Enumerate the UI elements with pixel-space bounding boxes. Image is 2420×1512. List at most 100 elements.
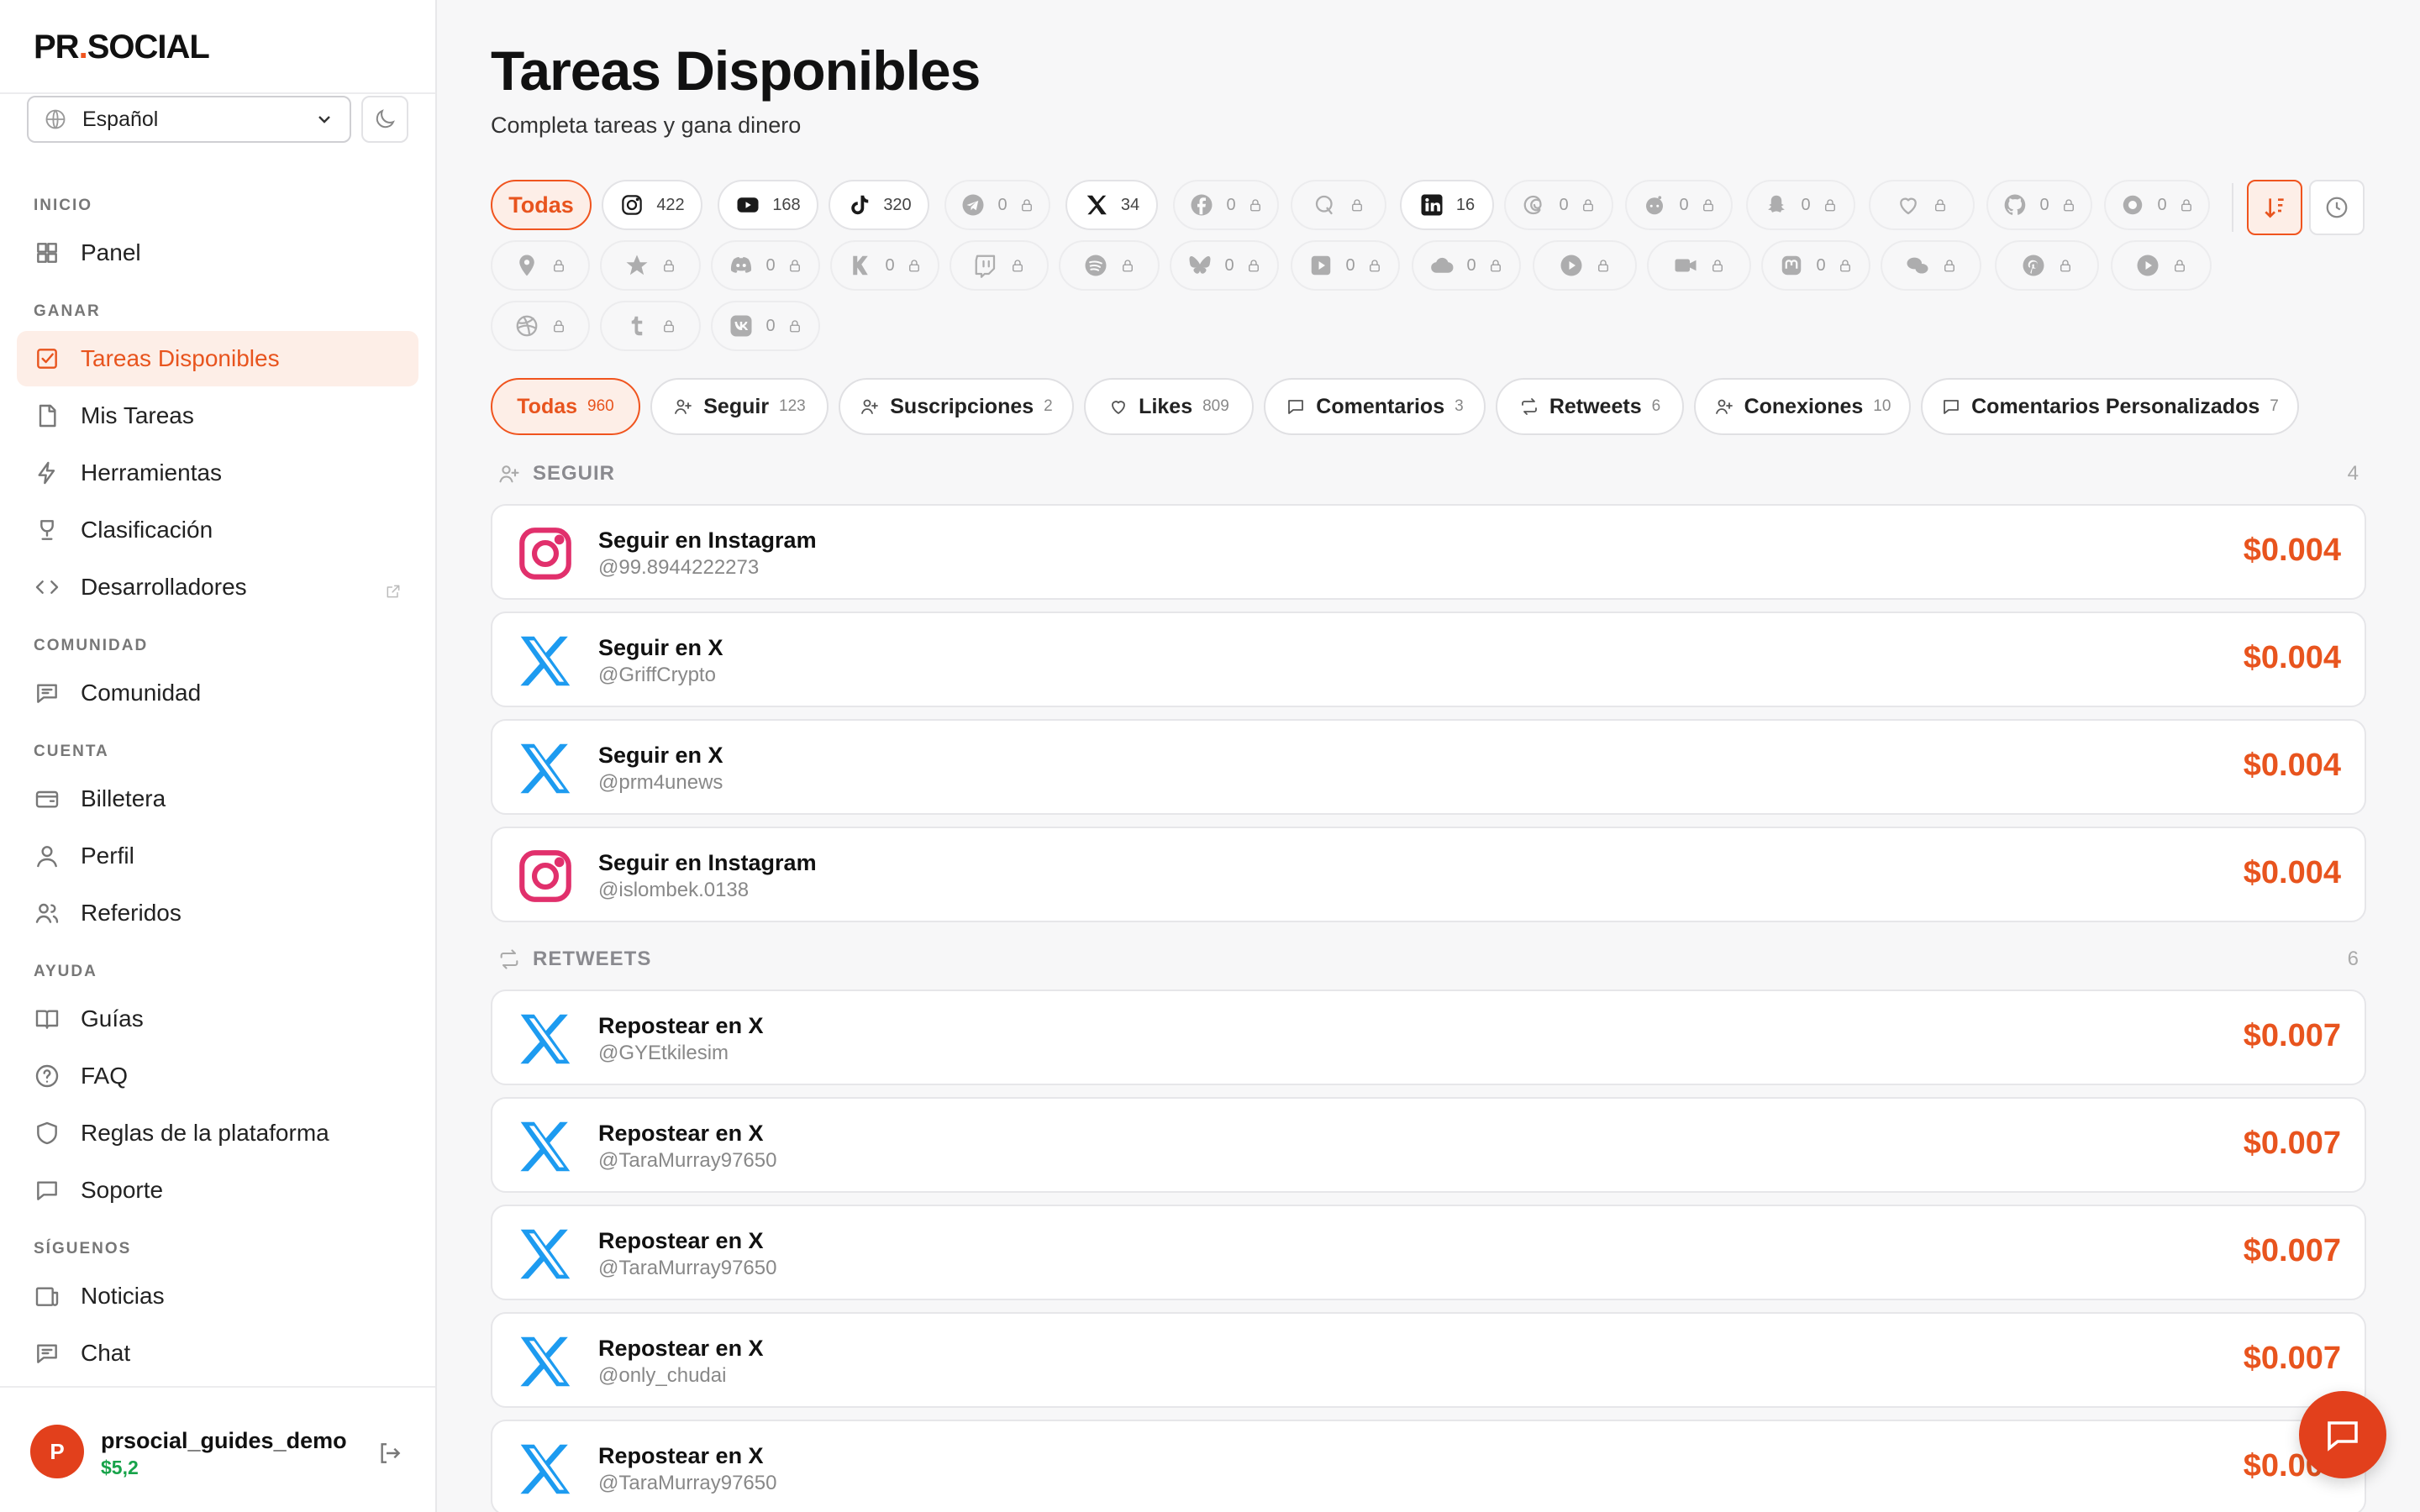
sidebar-item-herramientas[interactable]: Herramientas xyxy=(17,445,418,501)
platform-count: 0 xyxy=(1816,255,1826,275)
platform-chip-map-pin[interactable] xyxy=(491,240,590,291)
brand-logo[interactable]: PR.SOCIAL xyxy=(34,29,210,66)
type-chip-conexiones[interactable]: Conexiones 10 xyxy=(1694,378,1911,435)
sidebar-item-billetera[interactable]: Billetera xyxy=(17,771,418,827)
platform-chip-discord[interactable]: 0 xyxy=(711,240,820,291)
sort-button[interactable] xyxy=(2247,180,2302,235)
sidebar-item-panel[interactable]: Panel xyxy=(17,225,418,281)
x-icon xyxy=(1084,192,1109,218)
task-card[interactable]: Repostear en X @TaraMurray97650 $0.007 xyxy=(491,1205,2366,1300)
chat-widget-button[interactable] xyxy=(2299,1391,2386,1478)
platform-chip-quora[interactable] xyxy=(1291,180,1386,230)
dribbble-icon xyxy=(514,313,539,339)
task-price: $0.004 xyxy=(2243,533,2341,568)
platform-chip-instagram[interactable]: 422 xyxy=(602,180,702,230)
platform-chip-bluesky[interactable]: 0 xyxy=(1170,240,1279,291)
type-chip-retweets[interactable]: Retweets 6 xyxy=(1496,378,1684,435)
platform-chip-mastodon[interactable]: 0 xyxy=(1761,240,1870,291)
type-chip-comentarios-personalizados[interactable]: Comentarios Personalizados 7 xyxy=(1921,378,2299,435)
type-chip-likes[interactable]: Likes 809 xyxy=(1084,378,1254,435)
sidebar-item-label: Noticias xyxy=(81,1283,165,1309)
platform-count: 0 xyxy=(765,255,776,275)
nav-section-label: COMUNIDAD xyxy=(34,637,149,654)
sidebar-item-soporte[interactable]: Soporte xyxy=(17,1163,418,1218)
history-button[interactable] xyxy=(2309,180,2365,235)
platform-chip-heart[interactable] xyxy=(1869,180,1975,230)
sidebar-item-noticias[interactable]: Noticias xyxy=(17,1268,418,1324)
type-chip-seguir[interactable]: Seguir 123 xyxy=(650,378,829,435)
sidebar-item-tareas-disponibles[interactable]: Tareas Disponibles xyxy=(17,331,418,386)
sidebar-item-mis-tareas[interactable]: Mis Tareas xyxy=(17,388,418,444)
theme-toggle-button[interactable] xyxy=(361,96,408,143)
task-card[interactable]: Repostear en X @only_chudai $0.007 xyxy=(491,1312,2366,1408)
sidebar-item-label: Perfil xyxy=(81,843,134,869)
sidebar-item-perfil[interactable]: Perfil xyxy=(17,828,418,884)
language-select[interactable]: Español xyxy=(27,96,351,143)
platform-chip-tumblr[interactable] xyxy=(600,301,701,351)
sidebar-item-clasificacion[interactable]: Clasificación xyxy=(17,502,418,558)
task-card[interactable]: Seguir en Instagram @islombek.0138 $0.004 xyxy=(491,827,2366,922)
document-icon xyxy=(34,402,60,429)
task-card[interactable]: Repostear en X @TaraMurray97650 $0.007 xyxy=(491,1097,2366,1193)
type-chip-label: Comentarios Personalizados xyxy=(1971,394,2260,418)
platform-chip-reddit[interactable]: 0 xyxy=(1625,180,1733,230)
platform-chip-kick[interactable]: 0 xyxy=(830,240,939,291)
sidebar-item-label: Soporte xyxy=(81,1177,164,1203)
platform-chip-snapchat[interactable]: 0 xyxy=(1746,180,1855,230)
task-card[interactable]: Seguir en X @GriffCrypto $0.004 xyxy=(491,612,2366,707)
platform-chip-all[interactable]: Todas xyxy=(491,180,592,230)
task-card[interactable]: Repostear en X @TaraMurray97650 $0.007 xyxy=(491,1420,2366,1512)
platform-chip-youtube[interactable]: 168 xyxy=(718,180,818,230)
sidebar-item-faq[interactable]: FAQ xyxy=(17,1048,418,1104)
type-chip-count: 10 xyxy=(1873,397,1891,415)
x-icon xyxy=(514,1438,576,1500)
nav-section-label: AYUDA xyxy=(34,963,97,980)
sidebar-item-guias[interactable]: Guías xyxy=(17,991,418,1047)
task-card[interactable]: Seguir en X @prm4unews $0.004 xyxy=(491,719,2366,815)
sidebar-item-label: FAQ xyxy=(81,1063,129,1089)
type-chip-count: 7 xyxy=(2270,397,2279,415)
sidebar-item-reglas-de-la-plataforma[interactable]: Reglas de la plataforma xyxy=(17,1105,418,1161)
logout-icon[interactable] xyxy=(376,1440,403,1467)
sidebar-item-label: Billetera xyxy=(81,785,166,811)
instagram-icon xyxy=(514,845,576,907)
platform-chip-play-circle[interactable] xyxy=(2111,240,2212,291)
comment-icon xyxy=(1941,396,1961,417)
sidebar-item-desarrolladores[interactable]: Desarrolladores xyxy=(17,559,418,615)
platform-chip-threads[interactable]: 0 xyxy=(1504,180,1613,230)
type-chip-label: Comentarios xyxy=(1316,394,1445,418)
platform-chip-linkedin[interactable]: 16 xyxy=(1400,180,1494,230)
platform-chip-circle[interactable]: 0 xyxy=(2104,180,2210,230)
type-chip-suscripciones[interactable]: Suscripciones 2 xyxy=(839,378,1074,435)
task-card[interactable]: Seguir en Instagram @99.8944222273 $0.004 xyxy=(491,504,2366,600)
platform-chip-play-square[interactable]: 0 xyxy=(1291,240,1400,291)
task-card[interactable]: Repostear en X @GYEtkilesim $0.007 xyxy=(491,990,2366,1085)
platform-chip-star[interactable] xyxy=(600,240,701,291)
platform-chip-github[interactable]: 0 xyxy=(1986,180,2092,230)
sidebar-item-chat[interactable]: Chat xyxy=(17,1326,418,1381)
platform-chip-facebook[interactable]: 0 xyxy=(1173,180,1279,230)
type-chip-count: 6 xyxy=(1651,397,1661,415)
type-chip-count: 123 xyxy=(779,397,806,415)
platform-chip-cloud[interactable]: 0 xyxy=(1412,240,1521,291)
play-circle-icon xyxy=(1559,253,1584,278)
platform-chip-wechat[interactable] xyxy=(1881,240,1981,291)
lock-icon xyxy=(1933,197,1948,213)
type-chip-todas[interactable]: Todas 960 xyxy=(491,378,640,435)
platform-chip-tiktok[interactable]: 320 xyxy=(829,180,929,230)
platform-chip-twitch[interactable] xyxy=(950,240,1049,291)
nav-section-label: CUENTA xyxy=(34,743,109,760)
platform-chip-telegram[interactable]: 0 xyxy=(944,180,1050,230)
platform-chip-dribbble[interactable] xyxy=(491,301,590,351)
task-price: $0.004 xyxy=(2243,748,2341,783)
platform-chip-video[interactable] xyxy=(1647,240,1751,291)
sidebar-item-referidos[interactable]: Referidos xyxy=(17,885,418,941)
sidebar-item-comunidad[interactable]: Comunidad xyxy=(17,665,418,721)
platform-chip-play-circle[interactable] xyxy=(1533,240,1637,291)
platform-chip-vk[interactable]: 0 xyxy=(711,301,820,351)
platform-chip-x[interactable]: 34 xyxy=(1065,180,1158,230)
avatar[interactable]: P xyxy=(30,1425,84,1478)
type-chip-comentarios[interactable]: Comentarios 3 xyxy=(1264,378,1486,435)
platform-chip-pinterest[interactable] xyxy=(1995,240,2099,291)
platform-chip-spotify[interactable] xyxy=(1059,240,1160,291)
